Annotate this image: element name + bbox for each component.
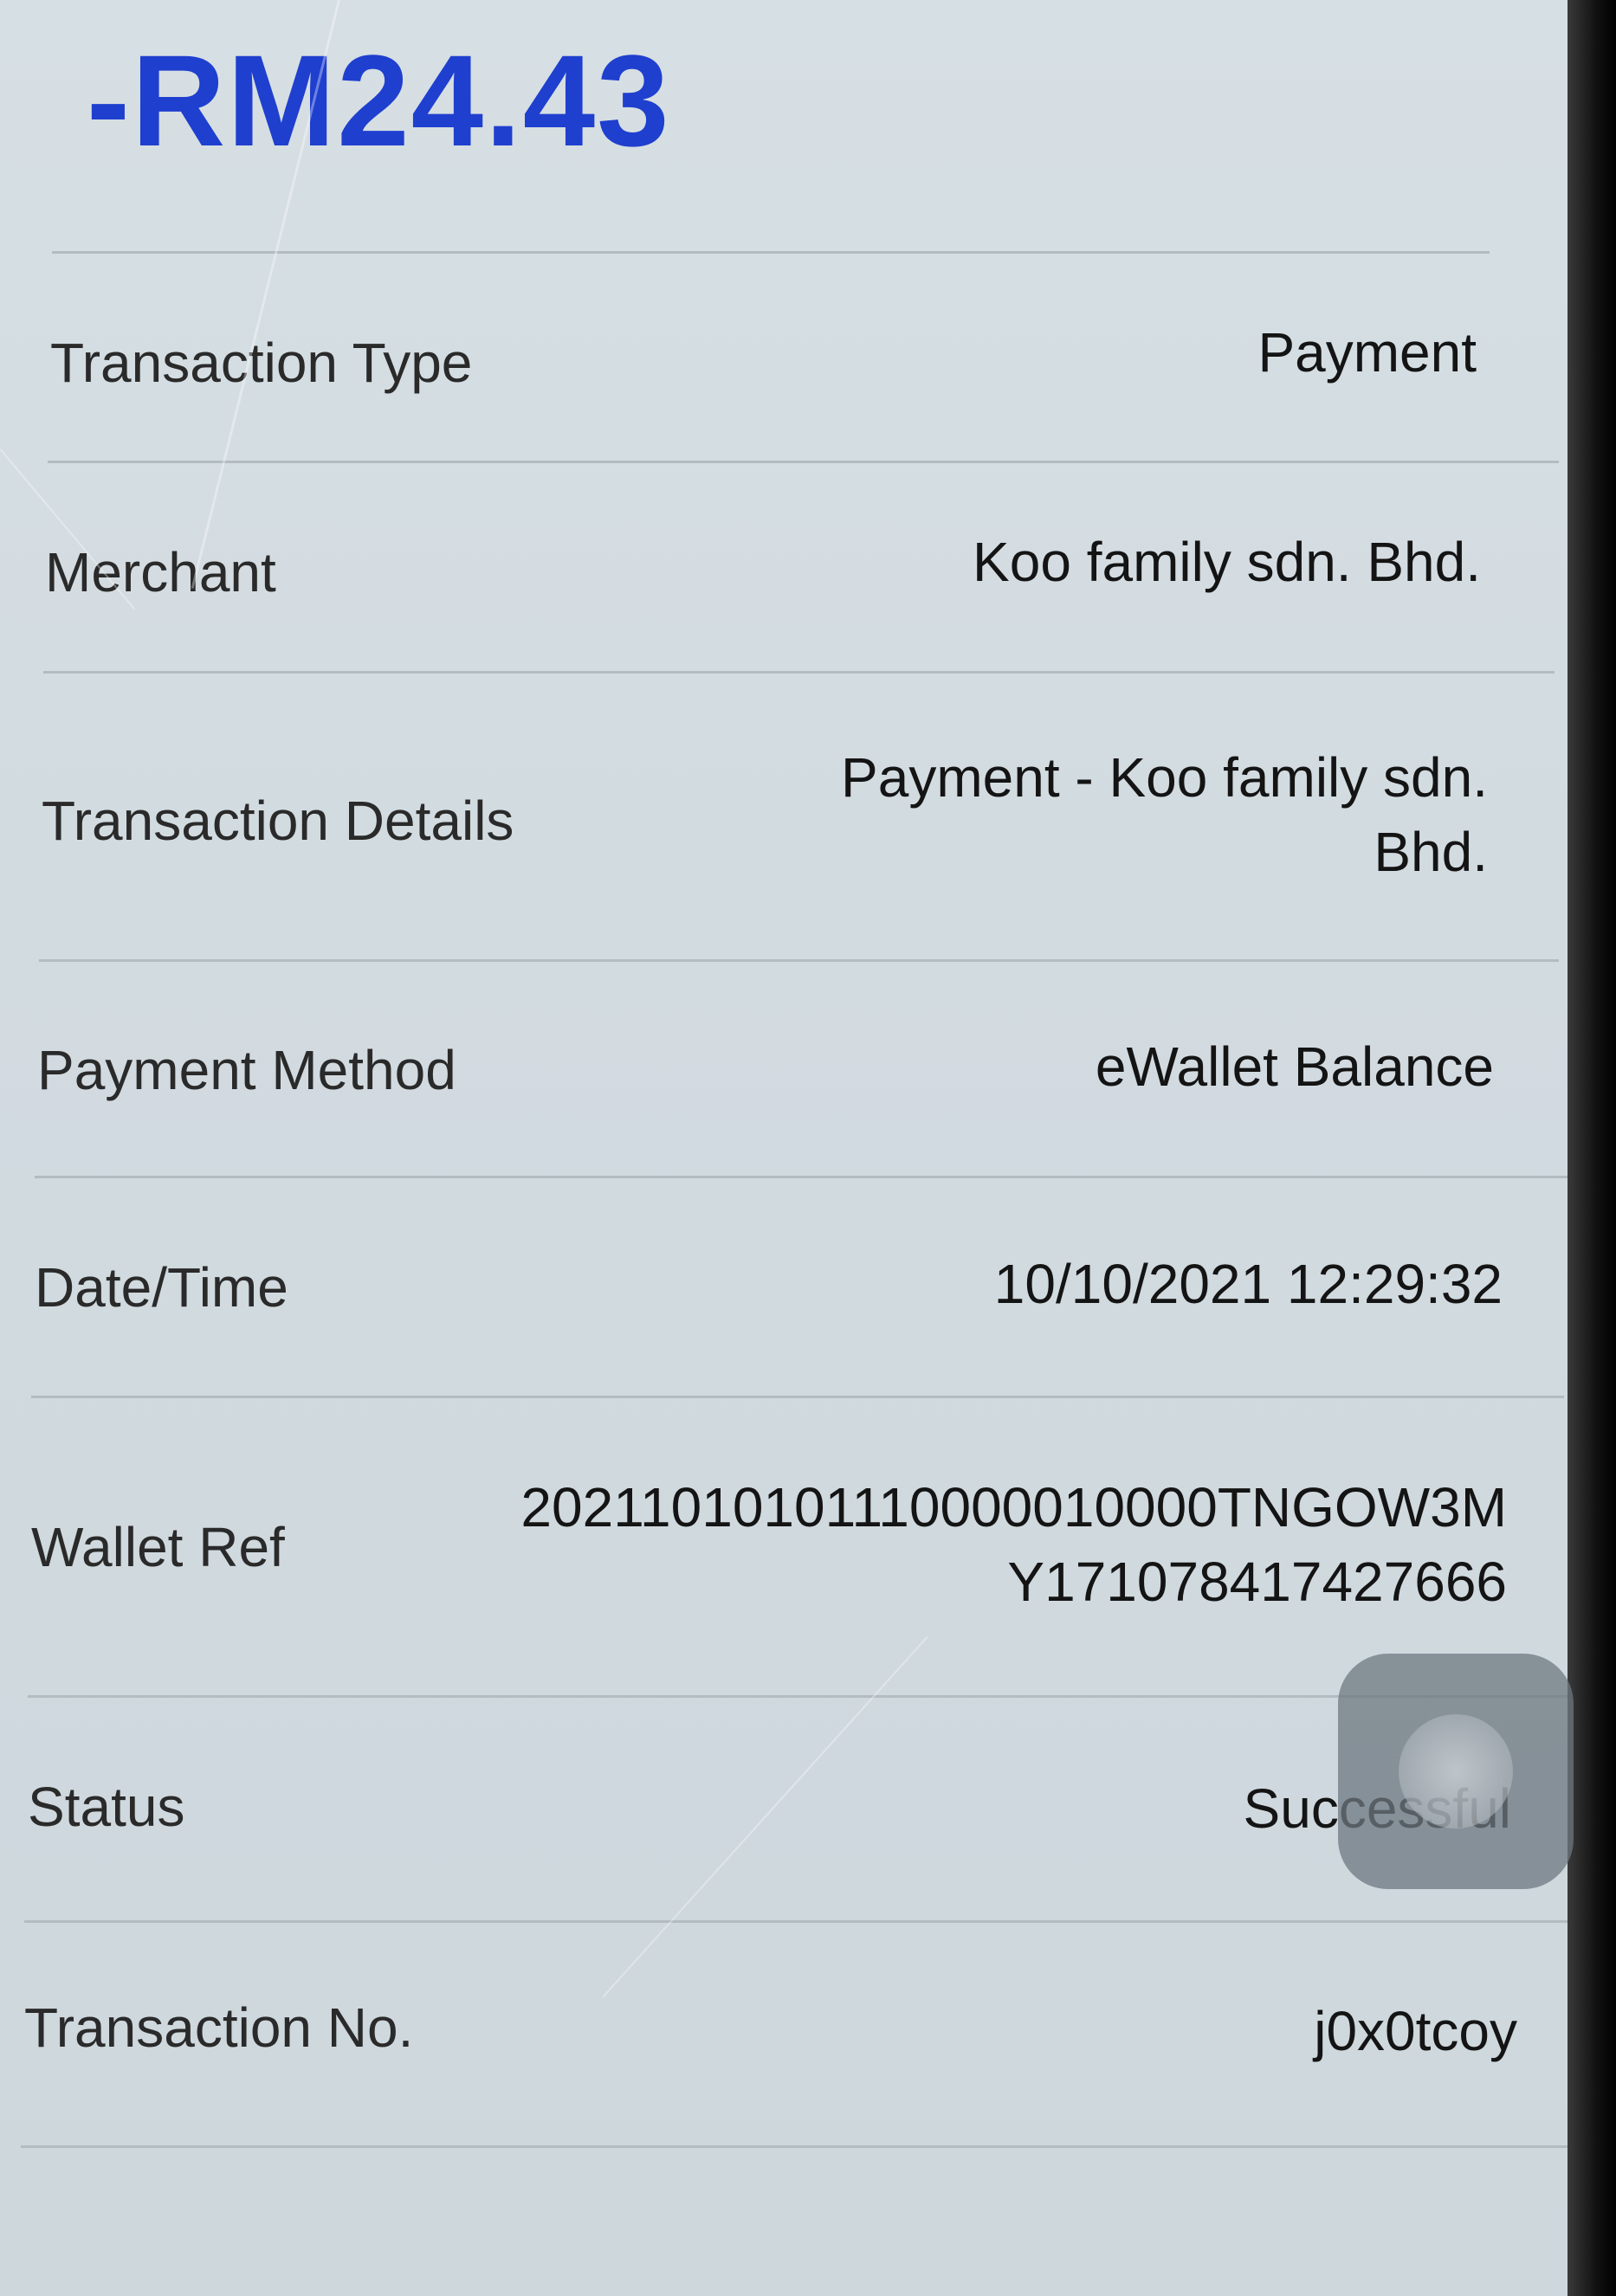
- transaction-amount: -RM24.43: [87, 28, 671, 173]
- merchant-label: Merchant: [45, 541, 276, 603]
- phone-bezel: [1568, 0, 1616, 2296]
- assistive-touch-icon: [1399, 1714, 1513, 1828]
- divider: [48, 461, 1559, 463]
- row-date-time: Date/Time 10/10/2021 12:29:32: [0, 1252, 1568, 1356]
- row-status: Status Successful: [0, 1773, 1568, 1877]
- wallet-ref-value: 20211010101110000010000TNGOW3M Y17107841…: [520, 1470, 1507, 1619]
- transaction-no-value: j0x0tcoy: [1314, 2000, 1517, 2062]
- date-time-value: 10/10/2021 12:29:32: [993, 1253, 1503, 1315]
- transaction-no-label: Transaction No.: [24, 1996, 414, 2059]
- payment-method-label: Payment Method: [37, 1039, 456, 1101]
- transaction-details-value-line2: Bhd.: [1374, 821, 1488, 883]
- row-transaction-details: Transaction Details Payment - Koo family…: [0, 740, 1568, 896]
- wallet-ref-value-line1: 20211010101110000010000TNGOW3M: [520, 1476, 1507, 1538]
- wallet-ref-label: Wallet Ref: [31, 1516, 285, 1578]
- divider: [35, 1176, 1568, 1178]
- transaction-details-label: Transaction Details: [42, 790, 514, 852]
- row-merchant: Merchant Koo family sdn. Bhd.: [0, 530, 1568, 634]
- divider: [39, 959, 1559, 962]
- transaction-detail-screen: -RM24.43 Transaction Type Payment Mercha…: [0, 0, 1571, 2296]
- divider: [21, 2145, 1571, 2148]
- transaction-type-label: Transaction Type: [50, 332, 473, 394]
- divider: [31, 1396, 1564, 1398]
- row-transaction-no: Transaction No. j0x0tcoy: [0, 1996, 1568, 2099]
- payment-method-value: eWallet Balance: [1095, 1035, 1494, 1098]
- divider: [43, 671, 1555, 674]
- divider: [52, 251, 1490, 254]
- date-time-label: Date/Time: [35, 1256, 288, 1319]
- transaction-details-value-line1: Payment - Koo family sdn.: [841, 746, 1488, 809]
- row-wallet-ref: Wallet Ref 20211010101110000010000TNGOW3…: [0, 1470, 1568, 1626]
- merchant-value: Koo family sdn. Bhd.: [973, 531, 1481, 593]
- transaction-details-value: Payment - Koo family sdn. Bhd.: [841, 740, 1488, 889]
- wallet-ref-value-line2: Y171078417427666: [1007, 1551, 1507, 1613]
- row-payment-method: Payment Method eWallet Balance: [0, 1035, 1568, 1138]
- divider: [24, 1920, 1570, 1923]
- transaction-type-value: Payment: [1257, 321, 1477, 384]
- status-label: Status: [28, 1776, 185, 1838]
- assistive-touch-button[interactable]: [1338, 1654, 1574, 1889]
